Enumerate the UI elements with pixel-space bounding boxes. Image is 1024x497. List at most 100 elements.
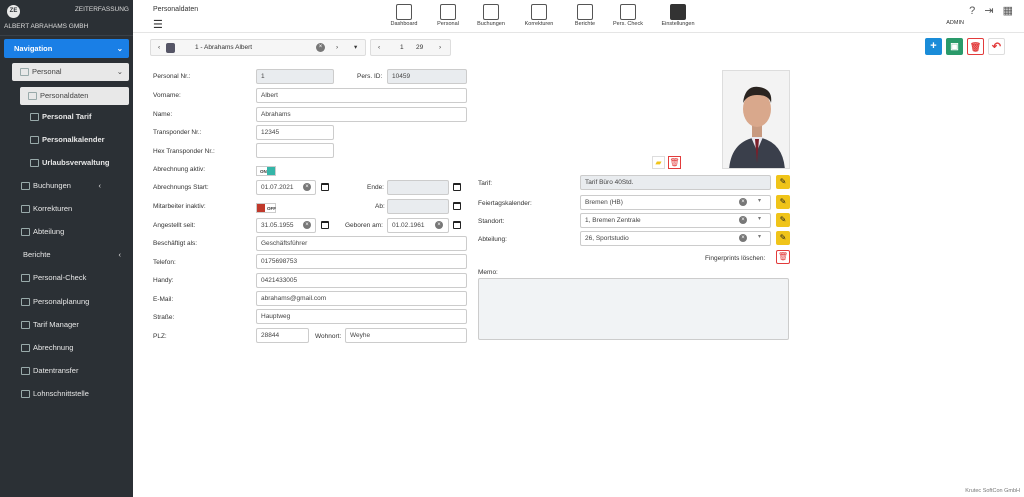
navigation-toggle[interactable]: Navigation ⌄ (4, 39, 129, 58)
clear-icon[interactable]: × (316, 43, 325, 52)
sidebar-item-personalkalender[interactable]: Personalkalender (30, 133, 105, 147)
clear-icon[interactable]: × (303, 183, 311, 191)
sidebar-item-urlaubsverwaltung[interactable]: Urlaubsverwaltung (30, 156, 110, 170)
telefon-field[interactable]: 0175698753 (256, 254, 467, 269)
wohnort-field[interactable]: Weyhe (345, 328, 467, 343)
calendar-icon[interactable] (321, 221, 329, 229)
sidebar-item-label: Berichte (23, 250, 51, 259)
beschaeftigt-field[interactable]: Geschäftsführer (256, 236, 467, 251)
portrait-image (723, 71, 789, 168)
sidebar-item-tarif-manager[interactable]: Tarif Manager (21, 318, 79, 332)
beschaeftigt-label: Beschäftigt als: (153, 240, 198, 247)
app-name: ZEITERFASSUNG (74, 6, 129, 13)
edit-tarif-icon[interactable]: ✎ (776, 175, 790, 189)
email-field[interactable]: abrahams@gmail.com (256, 291, 467, 306)
sidebar-item-label: Personalplanung (33, 297, 90, 306)
sidebar-item-lohnschnittstelle[interactable]: Lohnschnittstelle (21, 387, 89, 401)
toolbar-korrekturen[interactable]: Korrekturen (519, 4, 559, 27)
toolbar-einstellungen[interactable]: Einstellungen (658, 4, 698, 27)
calendar-icon[interactable] (453, 183, 461, 191)
department-icon (21, 228, 30, 237)
tarif-label: Tarif: (478, 180, 493, 187)
sidebar-item-buchungen[interactable]: Buchungen ‹ (21, 179, 129, 193)
toolbar-dashboard[interactable]: Dashboard (384, 4, 424, 27)
help-logout-apps-icons[interactable]: ? ⇥ ▦ (969, 4, 1016, 17)
plz-field[interactable]: 28844 (256, 328, 309, 343)
sidebar-item-abrechnung[interactable]: Abrechnung (21, 341, 73, 355)
calendar-icon[interactable] (453, 221, 461, 229)
handy-field[interactable]: 0421433005 (256, 273, 467, 288)
record-selector[interactable]: ‹ 1 - Abrahams Albert × › ▾ (150, 39, 366, 56)
pager-next-icon[interactable]: › (439, 40, 441, 55)
edit-standort-icon[interactable]: ✎ (776, 213, 790, 227)
folder-icon[interactable]: ▰ (652, 156, 665, 169)
handy-label: Handy: (153, 277, 174, 284)
name-field[interactable]: Abrahams (256, 107, 467, 122)
toolbar-pers-check[interactable]: Pers. Check (608, 4, 648, 27)
chevron-down-icon[interactable]: ▾ (758, 197, 761, 204)
delete-photo-icon[interactable]: 🗑 (668, 156, 681, 169)
sidebar-item-datentransfer[interactable]: Datentransfer (21, 364, 78, 378)
clear-icon[interactable]: × (739, 234, 747, 242)
personal-nr-field[interactable]: 1 (256, 69, 334, 84)
toolbar-berichte[interactable]: Berichte (565, 4, 605, 27)
edit-abteilung-icon[interactable]: ✎ (776, 231, 790, 245)
sidebar-item-label: Personaldaten (40, 91, 89, 100)
transponder-field[interactable]: 12345 (256, 125, 334, 140)
billing-icon (21, 344, 30, 353)
toolbar-personal[interactable]: Personal (428, 4, 468, 27)
hamburger-menu-icon[interactable]: ☰ (153, 18, 163, 31)
pers-id-field[interactable]: 10459 (387, 69, 467, 84)
clear-icon[interactable]: × (739, 198, 747, 206)
calendar-icon[interactable] (453, 202, 461, 210)
undo-button[interactable]: ↶ (988, 38, 1005, 55)
sidebar-item-personal-check[interactable]: Personal-Check (21, 271, 86, 285)
strasse-field[interactable]: Hauptweg (256, 309, 467, 324)
prev-record-icon[interactable]: ‹ (158, 40, 160, 55)
sidebar-item-korrekturen[interactable]: Korrekturen (21, 202, 72, 216)
calendar-icon[interactable] (321, 183, 329, 191)
payroll-interface-icon (21, 390, 30, 399)
chevron-down-icon[interactable]: ▾ (354, 40, 357, 55)
corrections-icon (21, 205, 30, 214)
sidebar-item-personalplanung[interactable]: Personalplanung (21, 295, 89, 309)
printer-icon (577, 4, 593, 20)
chevron-down-icon[interactable]: ▾ (758, 215, 761, 222)
chevron-left-icon: ‹ (118, 250, 122, 259)
personal-nr-label: Personal Nr.: (153, 73, 191, 80)
pager-prev-icon[interactable]: ‹ (378, 40, 380, 55)
user-name[interactable]: ADMIN (946, 20, 964, 26)
memo-field[interactable] (478, 278, 789, 340)
mitarbeiter-inaktiv-toggle[interactable]: OFF (256, 203, 276, 213)
vorname-field[interactable]: Albert (256, 88, 467, 103)
toggle-state: ON (260, 169, 267, 174)
toolbar-buchungen[interactable]: Buchungen (471, 4, 511, 27)
hex-transponder-field[interactable] (256, 143, 334, 158)
next-record-icon[interactable]: › (336, 40, 338, 55)
hex-transponder-label: Hex Transponder Nr.: (153, 148, 215, 155)
edit-feiertag-icon[interactable]: ✎ (776, 195, 790, 209)
sidebar-item-personal[interactable]: Personal ⌄ (12, 63, 129, 81)
toggle-knob (267, 167, 275, 175)
sidebar-item-label: Urlaubsverwaltung (42, 158, 110, 167)
ende-field[interactable] (387, 180, 449, 195)
clear-icon[interactable]: × (435, 221, 443, 229)
memo-label: Memo: (478, 269, 498, 276)
ab-field[interactable] (387, 199, 449, 214)
sidebar-item-personal-tarif[interactable]: Personal Tarif (30, 110, 91, 124)
abrechnung-aktiv-toggle[interactable]: ON (256, 166, 276, 176)
sidebar-item-label: Datentransfer (33, 366, 79, 375)
clear-icon[interactable]: × (303, 221, 311, 229)
chevron-down-icon[interactable]: ▾ (758, 233, 761, 240)
save-button[interactable]: ▣ (946, 38, 963, 55)
clear-icon[interactable]: × (739, 216, 747, 224)
vorname-label: Vorname: (153, 92, 181, 99)
tarif-field[interactable]: Tarif Büro 40Std. (580, 175, 771, 190)
sidebar-item-berichte[interactable]: Berichte ‹ (23, 248, 129, 262)
sidebar-item-personaldaten[interactable]: Personaldaten (20, 87, 129, 105)
delete-button[interactable]: 🗑 (967, 38, 984, 55)
tarif-manager-icon (21, 321, 30, 330)
sidebar-item-abteilung[interactable]: Abteilung (21, 225, 64, 239)
delete-fingerprints-icon[interactable]: 🗑 (776, 250, 790, 264)
add-button[interactable]: + (925, 38, 942, 55)
